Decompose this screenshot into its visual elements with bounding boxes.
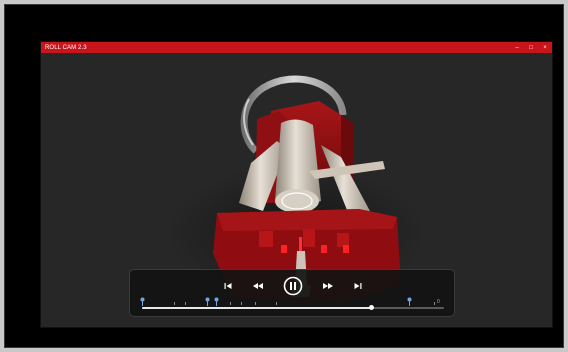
timeline-tick — [434, 302, 435, 305]
skip-forward-icon — [354, 283, 362, 289]
keyframe-marker[interactable] — [205, 297, 210, 306]
skip-forward-button[interactable] — [351, 279, 365, 293]
keyframe-marker[interactable] — [407, 297, 412, 306]
keyframe-marker[interactable] — [140, 297, 145, 306]
timeline-tick — [174, 302, 175, 305]
timeline-tick — [230, 302, 231, 305]
window-controls: – □ × — [510, 42, 552, 53]
rewind-icon — [253, 283, 263, 289]
timeline-tick — [241, 302, 242, 305]
pause-button[interactable] — [283, 276, 303, 296]
timeline-progress — [142, 307, 372, 309]
window-title: ROLL CAM 2.3 — [45, 44, 87, 51]
titlebar[interactable]: ROLL CAM 2.3 – □ × — [41, 42, 552, 53]
timeline-scrubber[interactable]: 0 — [140, 297, 444, 313]
timeline-tick — [255, 302, 256, 305]
timeline-track[interactable] — [142, 307, 444, 309]
pause-icon — [283, 276, 303, 296]
media-player-controls: 0 — [129, 269, 455, 317]
timeline-end-label: 0 — [437, 299, 440, 305]
timeline-tick — [185, 302, 186, 305]
app-window: ROLL CAM 2.3 – □ × 0 — [41, 42, 552, 327]
timeline-tick — [276, 302, 277, 305]
timeline-playhead[interactable] — [369, 305, 375, 310]
keyframe-marker[interactable] — [214, 297, 219, 306]
minimize-button[interactable]: – — [510, 42, 524, 53]
skip-back-icon — [224, 283, 232, 289]
close-button[interactable]: × — [538, 42, 552, 53]
fast-forward-button[interactable] — [321, 279, 335, 293]
skip-back-button[interactable] — [221, 279, 235, 293]
rewind-button[interactable] — [251, 279, 265, 293]
fast-forward-icon — [323, 283, 333, 289]
desktop-frame: ROLL CAM 2.3 – □ × 0 — [4, 4, 564, 348]
maximize-button[interactable]: □ — [524, 42, 538, 53]
